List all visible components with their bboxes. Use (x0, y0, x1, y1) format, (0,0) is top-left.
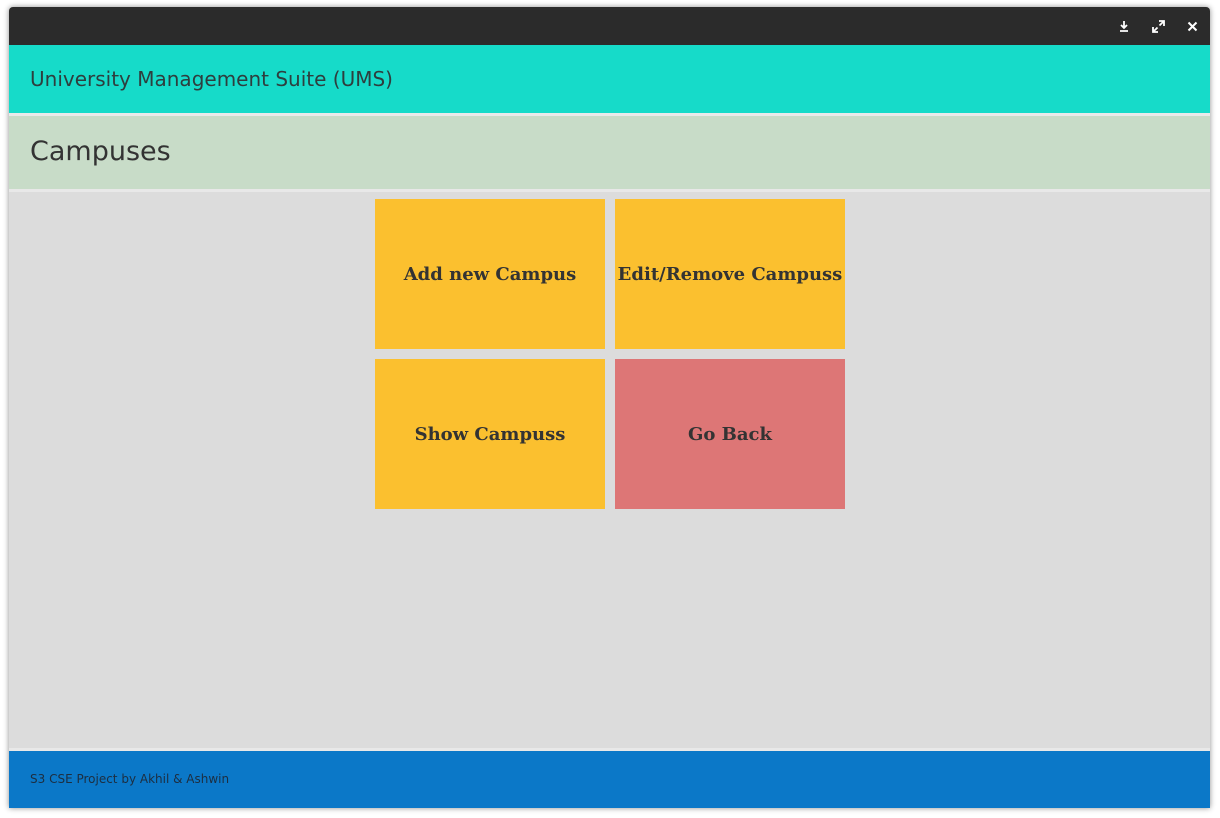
footer-credits: S3 CSE Project by Akhil & Ashwin (30, 772, 230, 786)
edit-remove-campus-button[interactable]: Edit/Remove Campuss (615, 199, 845, 349)
download-icon[interactable] (1114, 16, 1134, 36)
close-icon[interactable] (1182, 16, 1202, 36)
add-campus-button[interactable]: Add new Campus (375, 199, 605, 349)
app-header: University Management Suite (UMS) (9, 45, 1210, 116)
go-back-label: Go Back (688, 423, 772, 445)
app-footer: S3 CSE Project by Akhil & Ashwin (9, 748, 1210, 808)
app-window: University Management Suite (UMS) Campus… (9, 7, 1210, 808)
section-header: Campuses (9, 116, 1210, 192)
go-back-button[interactable]: Go Back (615, 359, 845, 509)
add-campus-label: Add new Campus (403, 263, 577, 285)
show-campus-button[interactable]: Show Campuss (375, 359, 605, 509)
maximize-icon[interactable] (1148, 16, 1168, 36)
edit-remove-campus-label: Edit/Remove Campuss (617, 263, 843, 285)
window-titlebar[interactable] (9, 7, 1210, 45)
page-title: Campuses (30, 136, 171, 167)
app-title: University Management Suite (UMS) (30, 67, 393, 91)
show-campus-label: Show Campuss (414, 423, 566, 445)
